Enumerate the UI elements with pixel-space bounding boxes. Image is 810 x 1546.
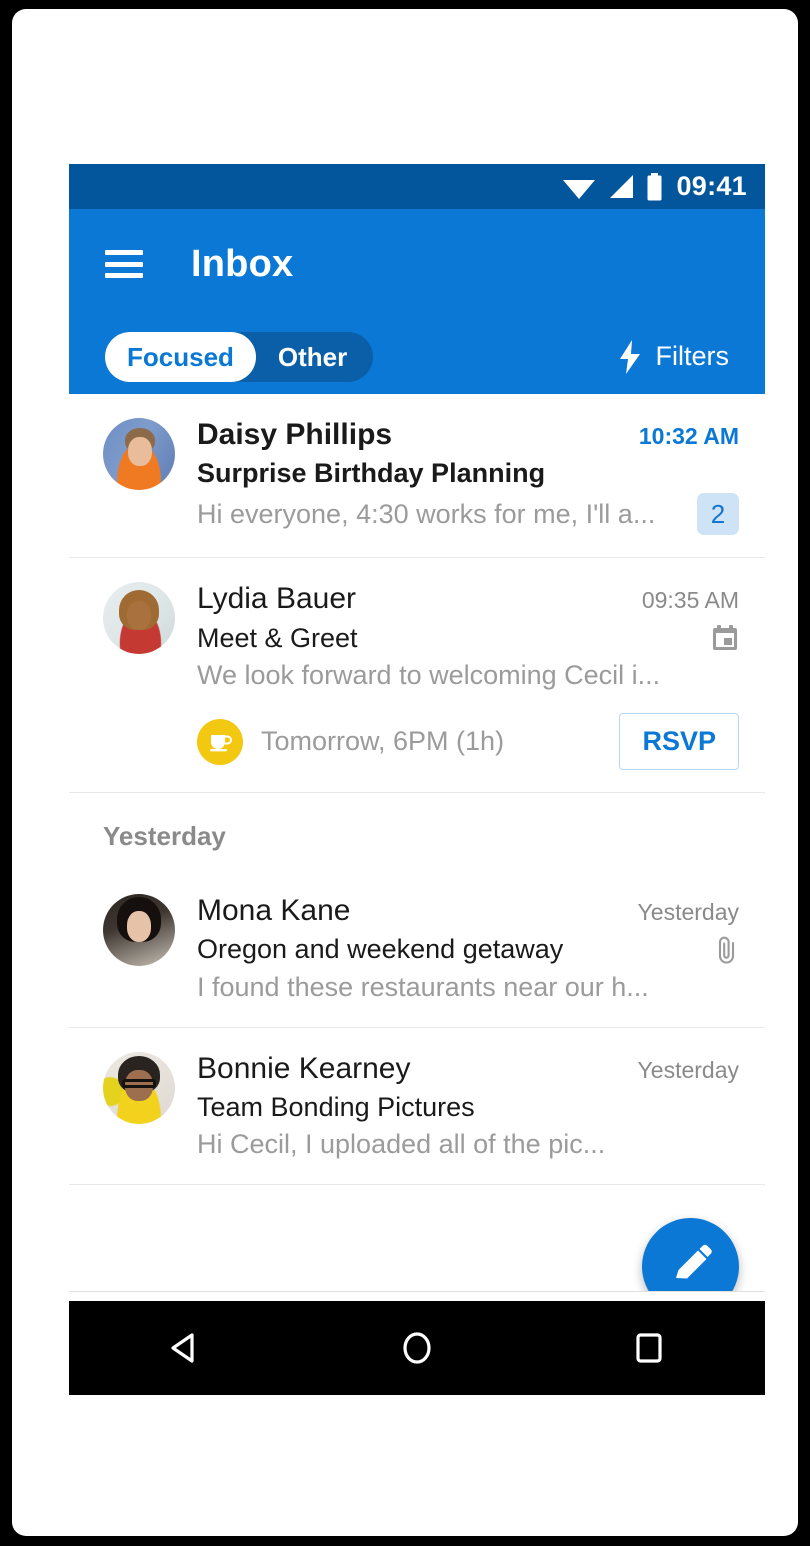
glasses-detail: [122, 1079, 157, 1088]
android-home-button[interactable]: [301, 1301, 533, 1395]
calendar-icon: [711, 624, 739, 652]
message-timestamp: Yesterday: [638, 1057, 739, 1084]
tab-focused[interactable]: Focused: [105, 332, 256, 382]
sender-name: Lydia Bauer: [197, 580, 356, 618]
lightning-bolt-icon: [618, 340, 642, 374]
message-subject-line: Meet & Greet: [197, 621, 739, 656]
section-header: Yesterday: [69, 793, 765, 870]
message-preview-line: Hi everyone, 4:30 works for me, I'll a..…: [197, 493, 739, 535]
status-time: 09:41: [676, 171, 747, 202]
message-preview-line: We look forward to welcoming Cecil i...: [197, 658, 739, 693]
recents-square-icon: [629, 1328, 669, 1368]
message-timestamp: 09:35 AM: [642, 587, 739, 614]
filters-label: Filters: [656, 341, 730, 372]
message-content: Bonnie Kearney Yesterday Team Bonding Pi…: [197, 1050, 739, 1163]
event-time-text: Tomorrow, 6PM (1h): [261, 726, 601, 757]
message-preview: Hi everyone, 4:30 works for me, I'll a..…: [197, 497, 655, 532]
message-list: Daisy Phillips 10:32 AM Surprise Birthda…: [69, 394, 765, 1185]
message-subject-line: Team Bonding Pictures: [197, 1090, 739, 1125]
message-preview: Hi Cecil, I uploaded all of the pic...: [197, 1127, 605, 1162]
message-timestamp: 10:32 AM: [639, 423, 739, 450]
hamburger-menu-icon[interactable]: [105, 250, 143, 278]
android-back-button[interactable]: [69, 1301, 301, 1395]
table-row[interactable]: Bonnie Kearney Yesterday Team Bonding Pi…: [69, 1028, 765, 1186]
home-circle-icon: [397, 1328, 437, 1368]
sender-name: Bonnie Kearney: [197, 1050, 411, 1088]
back-triangle-icon: [165, 1328, 205, 1368]
compose-pencil-icon: [668, 1244, 714, 1290]
message-subject: Surprise Birthday Planning: [197, 456, 545, 491]
message-header-line: Mona Kane Yesterday: [197, 892, 739, 930]
rsvp-button[interactable]: RSVP: [619, 713, 739, 770]
sender-name: Daisy Phillips: [197, 416, 392, 454]
message-content: Mona Kane Yesterday Oregon and weekend g…: [197, 892, 739, 1005]
mona-kane-avatar[interactable]: [103, 894, 175, 966]
page-title: Inbox: [191, 243, 293, 286]
message-header-line: Daisy Phillips 10:32 AM: [197, 416, 739, 454]
message-preview: We look forward to welcoming Cecil i...: [197, 658, 660, 693]
table-row[interactable]: Lydia Bauer 09:35 AM Meet & Greet: [69, 558, 765, 793]
status-badge: 2: [697, 493, 739, 535]
page-card: 09:41 Inbox Focused Other Filt: [12, 9, 798, 1536]
message-timestamp: Yesterday: [638, 899, 739, 926]
paperclip-icon: [715, 935, 739, 965]
message-preview-line: Hi Cecil, I uploaded all of the pic...: [197, 1127, 739, 1162]
coffee-cup-icon: [197, 719, 243, 765]
message-subject: Oregon and weekend getaway: [197, 932, 563, 967]
message-content: Lydia Bauer 09:35 AM Meet & Greet: [197, 580, 739, 770]
message-subject-line: Surprise Birthday Planning: [197, 456, 739, 491]
message-content: Daisy Phillips 10:32 AM Surprise Birthda…: [197, 416, 739, 535]
message-subject: Team Bonding Pictures: [197, 1090, 475, 1125]
message-subject-line: Oregon and weekend getaway: [197, 932, 739, 967]
android-navigation-bar: [69, 1301, 765, 1395]
event-strip: Tomorrow, 6PM (1h) RSVP: [197, 713, 739, 770]
signal-icon: [607, 174, 635, 200]
table-row[interactable]: Daisy Phillips 10:32 AM Surprise Birthda…: [69, 394, 765, 558]
wifi-icon: [562, 174, 596, 200]
phone-screen: 09:41 Inbox Focused Other Filt: [69, 164, 765, 1395]
app-bar-bottom: Focused Other Filters: [69, 319, 765, 394]
focused-other-pivot[interactable]: Focused Other: [105, 332, 373, 382]
bonnie-kearney-avatar[interactable]: [103, 1052, 175, 1124]
message-preview: I found these restaurants near our h...: [197, 970, 649, 1005]
android-recents-button[interactable]: [533, 1301, 765, 1395]
filters-button[interactable]: Filters: [618, 340, 730, 374]
message-header-line: Lydia Bauer 09:35 AM: [197, 580, 739, 618]
app-bar-top: Inbox: [69, 209, 765, 319]
sender-name: Mona Kane: [197, 892, 350, 930]
message-subject: Meet & Greet: [197, 621, 358, 656]
lydia-bauer-avatar[interactable]: [103, 582, 175, 654]
status-bar: 09:41: [69, 164, 765, 209]
table-row[interactable]: Mona Kane Yesterday Oregon and weekend g…: [69, 870, 765, 1028]
battery-icon: [646, 173, 663, 201]
app-bar: Inbox Focused Other Filters: [69, 209, 765, 394]
message-preview-line: I found these restaurants near our h...: [197, 970, 739, 1005]
daisy-phillips-avatar[interactable]: [103, 418, 175, 490]
message-header-line: Bonnie Kearney Yesterday: [197, 1050, 739, 1088]
tab-other[interactable]: Other: [256, 332, 373, 382]
